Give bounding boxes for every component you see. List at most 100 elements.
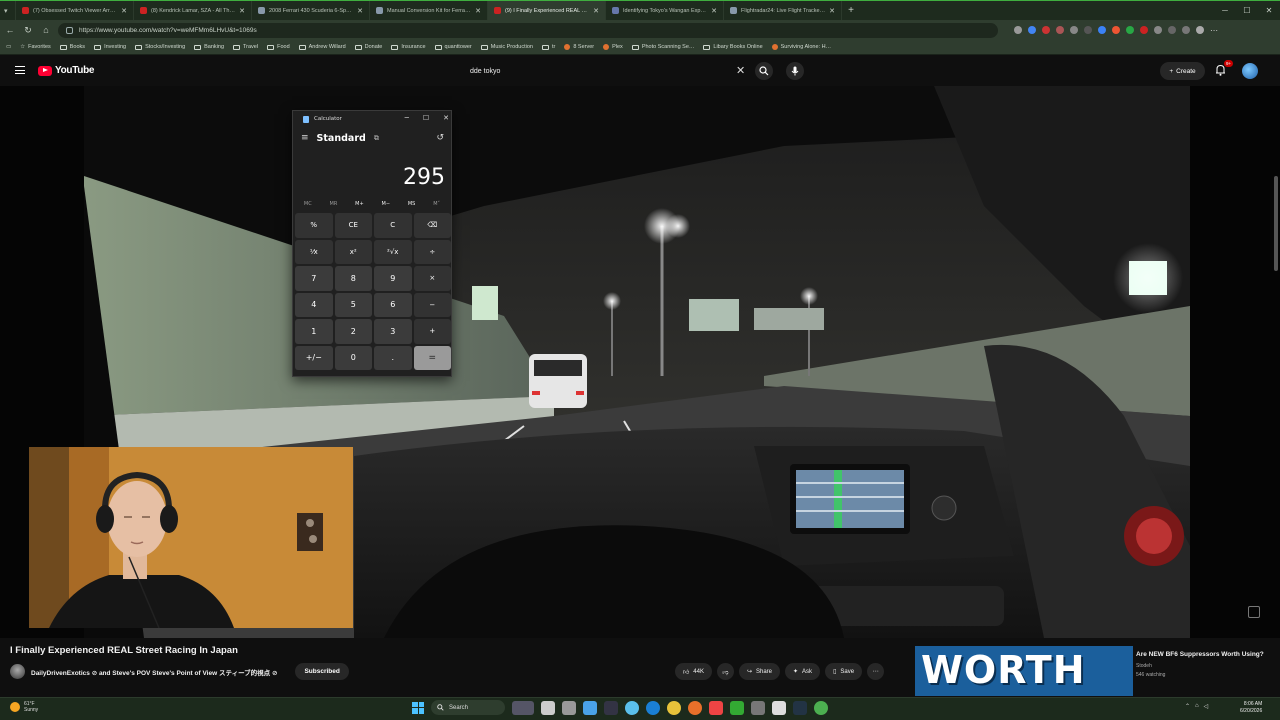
close-icon[interactable]: ✕ [443, 114, 449, 122]
app-icon[interactable] [562, 700, 576, 715]
calculator-key[interactable]: 7 [295, 266, 333, 291]
bookmark-item[interactable]: Stocks/Investing [135, 44, 185, 50]
save-button[interactable]: ▯ Save [825, 663, 863, 680]
app-icon[interactable] [772, 700, 786, 715]
extension-icon[interactable] [1154, 26, 1162, 34]
recommended-video[interactable]: WORTH IT? Are NEW BF6 Suppressors Worth … [915, 646, 1275, 696]
calculator-key[interactable]: CE [334, 213, 372, 238]
bookmark-item[interactable]: quanttower [434, 44, 472, 50]
like-button[interactable]: 👍︎ 44K [675, 663, 712, 680]
calculator-key[interactable]: 5 [334, 292, 372, 317]
calculator-key[interactable]: x² [334, 239, 372, 264]
create-button[interactable]: + Create [1160, 62, 1205, 80]
browser-tab[interactable]: Manual Conversion Kit for Ferrari… ✕ [370, 1, 488, 20]
close-tab-icon[interactable]: ✕ [121, 7, 127, 15]
extension-icon[interactable] [1056, 26, 1064, 34]
extension-icon[interactable] [1126, 26, 1134, 34]
extension-icon[interactable] [1112, 26, 1120, 34]
bookmark-item[interactable]: Music Production [480, 44, 533, 50]
taskbar-clock[interactable]: 8:06 AM 6/20/2026 [1240, 701, 1262, 715]
tab-actions-icon[interactable]: ▾ [0, 1, 16, 20]
bookmark-item[interactable]: tr [541, 44, 555, 50]
extension-icon[interactable] [1084, 26, 1092, 34]
search-button[interactable] [755, 62, 773, 80]
profile-icon[interactable] [1196, 26, 1204, 34]
calculator-key[interactable]: ⌫ [413, 213, 451, 238]
bookmark-item[interactable]: Food [267, 44, 290, 50]
bookmark-item[interactable]: Books [59, 44, 85, 50]
taskbar-search[interactable]: Search [431, 700, 505, 715]
calculator-key[interactable]: 3 [374, 319, 412, 344]
subscribe-button[interactable]: Subscribed [295, 663, 349, 680]
bookmark-item[interactable]: Andrew Willard [298, 44, 346, 50]
account-avatar[interactable] [1242, 63, 1258, 79]
bookmark-item[interactable]: Donate [354, 44, 382, 50]
calculator-key[interactable]: 1 [295, 319, 333, 344]
brave-icon[interactable] [709, 700, 723, 715]
more-actions-button[interactable]: ⋯ [867, 663, 885, 680]
app-icon[interactable] [583, 700, 597, 715]
bookmark-item[interactable]: Libary Books Online [703, 44, 763, 50]
ask-button[interactable]: ✦ Ask [785, 663, 821, 680]
address-bar[interactable]: https://www.youtube.com/watch?v=weMFMm6L… [58, 22, 998, 38]
page-scrollbar[interactable] [1274, 176, 1278, 271]
volume-icon[interactable]: ◁ [1204, 703, 1209, 710]
calculator-key[interactable]: % [295, 213, 333, 238]
browser-tab[interactable]: Flightradar24: Live Flight Tracker … ✕ [724, 1, 842, 20]
memory-button[interactable]: MC [304, 201, 312, 207]
extension-icon[interactable] [1182, 26, 1190, 34]
app-icon[interactable] [541, 700, 555, 715]
extension-icon[interactable] [1168, 26, 1176, 34]
tray-chevron-icon[interactable]: ⌃ [1185, 703, 1190, 710]
search-input[interactable]: dde tokyo [462, 63, 752, 80]
start-button-icon[interactable] [412, 701, 424, 714]
more-menu-icon[interactable]: ⋯ [1210, 26, 1218, 35]
calculator-key[interactable]: C [374, 213, 412, 238]
calculator-key[interactable]: +/− [295, 345, 333, 370]
home-icon[interactable]: ⌂ [40, 25, 52, 35]
memory-button[interactable]: MS [408, 201, 416, 207]
minimize-icon[interactable]: ─ [1214, 1, 1236, 21]
xbox-icon[interactable] [730, 700, 744, 715]
extension-icon[interactable] [1070, 26, 1078, 34]
bookmark-item[interactable]: Photo Scanning Se… [631, 44, 694, 50]
dislike-button[interactable]: 👎︎ [716, 663, 734, 680]
bookmark-item[interactable]: Insurance [391, 44, 426, 50]
channel-avatar[interactable] [10, 664, 25, 679]
keep-on-top-icon[interactable]: ⧉ [374, 134, 379, 143]
hamburger-menu-icon[interactable] [15, 66, 25, 74]
recommended-thumbnail[interactable]: WORTH IT? [915, 646, 1133, 696]
close-tab-icon[interactable]: ✕ [593, 7, 599, 15]
calculator-key[interactable]: = [413, 345, 451, 370]
minimize-icon[interactable]: ─ [405, 114, 409, 122]
extension-icon[interactable] [1014, 26, 1022, 34]
maximize-icon[interactable]: ☐ [423, 114, 429, 122]
youtube-logo[interactable]: YouTube [38, 65, 95, 76]
recommended-channel[interactable]: Stodeh [1136, 663, 1271, 669]
bookmark-item[interactable]: Banking [194, 44, 224, 50]
extension-icon[interactable] [1140, 26, 1148, 34]
calculator-key[interactable]: 4 [295, 292, 333, 317]
calculator-key[interactable]: + [413, 319, 451, 344]
back-icon[interactable]: ← [4, 25, 16, 35]
app-icon[interactable] [814, 700, 828, 715]
chrome-icon[interactable] [667, 700, 681, 715]
calculator-key[interactable]: − [413, 292, 451, 317]
share-button[interactable]: ↪ Share [738, 663, 781, 680]
miniplayer-icon[interactable] [1248, 606, 1260, 618]
memory-button[interactable]: M˅ [433, 201, 440, 207]
calculator-key[interactable]: . [374, 345, 412, 370]
calculator-key[interactable]: 6 [374, 292, 412, 317]
task-view-icon[interactable] [512, 700, 534, 715]
weather-widget[interactable]: 61°F Sunny [10, 701, 38, 713]
close-tab-icon[interactable]: ✕ [829, 7, 835, 15]
close-window-icon[interactable]: ✕ [1258, 1, 1280, 21]
firefox-icon[interactable] [688, 700, 702, 715]
bookmark-item[interactable]: Investing [94, 44, 126, 50]
close-tab-icon[interactable]: ✕ [711, 7, 717, 15]
memory-button[interactable]: M+ [355, 201, 364, 207]
extension-icon[interactable] [1042, 26, 1050, 34]
calculator-key[interactable]: 8 [334, 266, 372, 291]
clear-search-icon[interactable]: ✕ [736, 64, 745, 77]
calculator-key[interactable]: ⅟x [295, 239, 333, 264]
